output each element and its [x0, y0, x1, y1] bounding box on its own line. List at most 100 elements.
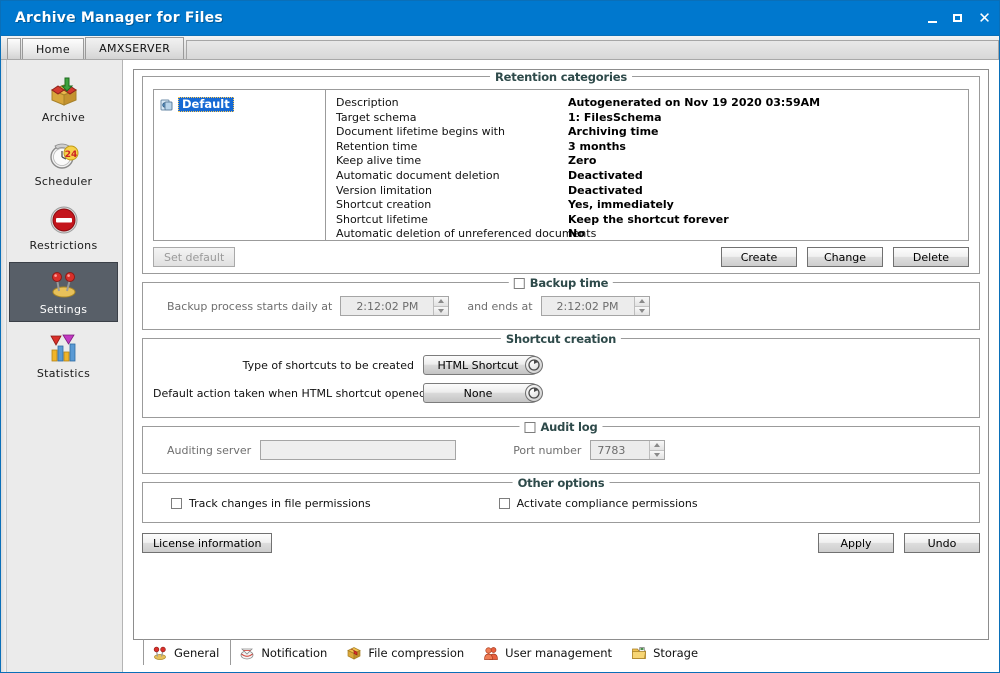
apply-button[interactable]: Apply	[818, 533, 894, 553]
spinner-down-icon[interactable]	[650, 451, 664, 460]
list-item-label: Default	[178, 97, 234, 112]
chevron-down-icon[interactable]	[525, 384, 543, 402]
shortcut-type-row: Type of shortcuts to be created HTML Sho…	[153, 355, 969, 375]
close-icon[interactable]: ✕	[978, 12, 991, 25]
envelope-icon	[239, 645, 255, 661]
detail-value: Archiving time	[568, 125, 659, 140]
detail-value: Autogenerated on Nov 19 2020 03:59AM	[568, 96, 820, 111]
retention-category-list[interactable]: Default	[154, 90, 326, 240]
default-action-row: Default action taken when HTML shortcut …	[153, 383, 969, 403]
maximize-icon[interactable]	[952, 12, 965, 25]
group-legend-text: Backup time	[530, 276, 608, 290]
tab-notification[interactable]: Notification	[231, 640, 338, 665]
detail-value: Deactivated	[568, 184, 643, 199]
audit-log-checkbox[interactable]	[524, 422, 535, 433]
pushpins-icon	[152, 645, 168, 661]
track-file-permissions-checkbox[interactable]: Track changes in file permissions	[171, 497, 371, 510]
tab-label: Storage	[653, 646, 698, 660]
backup-end-time-value: 2:12:02 PM	[542, 297, 634, 315]
set-default-button[interactable]: Set default	[153, 247, 235, 267]
port-number-spinner[interactable]: 7783	[590, 440, 665, 460]
detail-row: Automatic document deletion Deactivated	[336, 169, 958, 184]
backup-time-checkbox[interactable]	[514, 278, 525, 289]
delete-button[interactable]: Delete	[893, 247, 969, 267]
title-bar: Archive Manager for Files ✕	[1, 1, 999, 36]
retention-detail-panel: Description Autogenerated on Nov 19 2020…	[326, 90, 968, 240]
chevron-down-icon[interactable]	[525, 356, 543, 374]
tab-home[interactable]: Home	[22, 38, 84, 59]
auditing-server-input[interactable]	[260, 440, 456, 460]
detail-row: Description Autogenerated on Nov 19 2020…	[336, 96, 958, 111]
spinner-arrows	[433, 297, 448, 315]
detail-key: Document lifetime begins with	[336, 125, 568, 140]
spinner-up-icon[interactable]	[635, 297, 649, 307]
tab-strip-filler	[186, 40, 999, 59]
sidebar-item-scheduler[interactable]: 24 Scheduler	[9, 134, 118, 194]
change-button[interactable]: Change	[807, 247, 883, 267]
group-legend-text: Audit log	[540, 420, 597, 434]
tab-amxserver[interactable]: AMXSERVER	[85, 37, 184, 59]
tab-general[interactable]: General	[143, 639, 231, 665]
tab-strip-stub	[7, 38, 21, 59]
spinner-up-icon[interactable]	[434, 297, 448, 307]
bar-chart-icon	[48, 332, 80, 364]
shortcut-type-combo[interactable]: HTML Shortcut	[423, 355, 541, 375]
detail-key: Retention time	[336, 140, 568, 155]
detail-value: Yes, immediately	[568, 198, 674, 213]
sidebar-item-label: Scheduler	[35, 175, 93, 188]
spinner-down-icon[interactable]	[635, 307, 649, 316]
backup-end-label: and ends at	[467, 300, 532, 313]
retention-categories-group: Retention categories	[142, 76, 980, 274]
checkbox-box	[499, 498, 510, 509]
retention-splitter: Default Description Autogenerated on Nov…	[153, 89, 969, 241]
shortcut-type-label: Type of shortcuts to be created	[153, 359, 423, 372]
tab-user-management[interactable]: User management	[475, 640, 623, 665]
sidebar-item-label: Settings	[40, 303, 88, 316]
minimize-icon[interactable]	[926, 12, 939, 25]
detail-value: No	[568, 227, 585, 240]
sidebar-item-statistics[interactable]: Statistics	[9, 326, 118, 386]
activate-compliance-permissions-checkbox[interactable]: Activate compliance permissions	[499, 497, 698, 510]
other-options-group: Other options Track changes in file perm…	[142, 482, 980, 523]
detail-value: Deactivated	[568, 169, 643, 184]
spinner-up-icon[interactable]	[650, 441, 664, 451]
sidebar-item-archive[interactable]: Archive	[9, 70, 118, 130]
backup-time-row: Backup process starts daily at 2:12:02 P…	[153, 295, 969, 317]
backup-time-group: Backup time Backup process starts daily …	[142, 282, 980, 330]
group-legend-text: Retention categories	[495, 70, 627, 84]
detail-row: Version limitation Deactivated	[336, 184, 958, 199]
sidebar: Archive 24 Scheduler	[1, 60, 123, 672]
detail-row: Retention time 3 months	[336, 140, 958, 155]
sidebar-item-settings[interactable]: Settings	[9, 262, 118, 322]
tab-label: General	[174, 646, 219, 660]
footer-action-row: License information Apply Undo	[142, 529, 980, 559]
spinner-arrows	[649, 441, 664, 459]
spinner-down-icon[interactable]	[434, 307, 448, 316]
detail-key: Automatic deletion of unreferenced docum…	[336, 227, 568, 240]
create-button[interactable]: Create	[721, 247, 797, 267]
detail-key: Shortcut lifetime	[336, 213, 568, 228]
top-tab-strip: Home AMXSERVER	[1, 36, 999, 60]
package-icon	[346, 645, 362, 661]
detail-key: Keep alive time	[336, 154, 568, 169]
backup-end-time-spinner[interactable]: 2:12:02 PM	[541, 296, 650, 316]
shortcut-type-value: HTML Shortcut	[423, 355, 541, 375]
audit-log-row: Auditing server Port number 7783	[153, 439, 969, 461]
undo-button[interactable]: Undo	[904, 533, 980, 553]
detail-value: Keep the shortcut forever	[568, 213, 729, 228]
list-item[interactable]: Default	[158, 96, 321, 113]
tab-file-compression[interactable]: File compression	[338, 640, 475, 665]
tab-label: User management	[505, 646, 612, 660]
sidebar-item-restrictions[interactable]: Restrictions	[9, 198, 118, 258]
default-action-combo[interactable]: None	[423, 383, 541, 403]
detail-row: Automatic deletion of unreferenced docum…	[336, 227, 958, 240]
tab-storage[interactable]: Storage	[623, 640, 709, 665]
sidebar-item-label: Statistics	[37, 367, 90, 380]
backup-start-time-spinner[interactable]: 2:12:02 PM	[340, 296, 449, 316]
license-information-button[interactable]: License information	[142, 533, 272, 553]
sidebar-item-label: Archive	[42, 111, 85, 124]
other-options-row: Track changes in file permissions Activa…	[153, 497, 969, 510]
group-legend: Audit log	[519, 420, 602, 434]
detail-row: Shortcut lifetime Keep the shortcut fore…	[336, 213, 958, 228]
auditing-server-label: Auditing server	[167, 444, 251, 457]
